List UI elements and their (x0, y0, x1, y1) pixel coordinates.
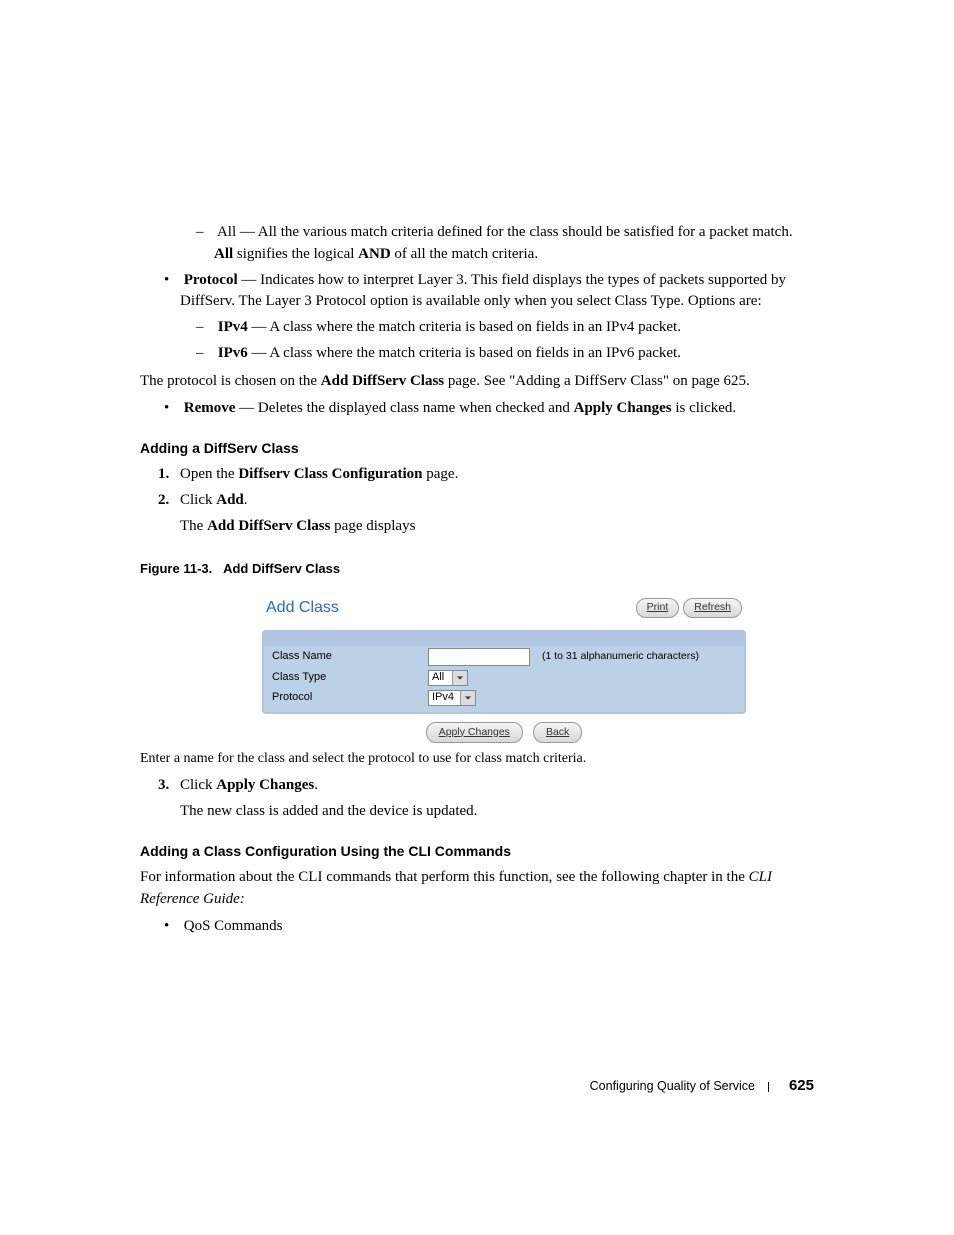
chevron-down-icon (460, 691, 475, 705)
paragraph: For information about the CLI commands t… (140, 867, 814, 911)
apply-changes-button[interactable]: Apply Changes (426, 722, 523, 743)
row-class-name: Class Name (1 to 31 alphanumeric charact… (264, 646, 744, 668)
text: IPv4 — A class where the match criteria … (218, 319, 681, 335)
heading-adding-diffserv-class: Adding a DiffServ Class (140, 438, 814, 458)
label-class-type: Class Type (272, 670, 422, 686)
list-item-remove: Remove — Deletes the displayed class nam… (140, 398, 814, 420)
list-item-ipv6: IPv6 — A class where the match criteria … (140, 343, 814, 365)
step-1: 1.Open the Diffserv Class Configuration … (140, 464, 814, 486)
step-number: 2. (158, 490, 180, 512)
heading-cli: Adding a Class Configuration Using the C… (140, 841, 814, 861)
figure-caption: Figure 11-3. Add DiffServ Class (140, 560, 814, 579)
step-number: 3. (158, 775, 180, 797)
text: All — All the various match criteria def… (214, 224, 793, 262)
step-3: 3.Click Apply Changes. (140, 775, 814, 797)
text: Remove — Deletes the displayed class nam… (184, 400, 736, 416)
chevron-down-icon (452, 671, 467, 685)
print-button[interactable]: Print (636, 598, 680, 617)
paragraph: The protocol is chosen on the Add DiffSe… (140, 371, 814, 393)
class-type-value: All (432, 670, 444, 686)
separator-icon (768, 1082, 769, 1092)
figure-header: Add Class Print Refresh (262, 590, 746, 629)
figure-add-class-ui: Add Class Print Refresh Class Name (1 to… (262, 590, 746, 742)
class-name-hint: (1 to 31 alphanumeric characters) (542, 649, 699, 664)
figure-footer-buttons: Apply Changes Back (262, 714, 746, 743)
list-item-protocol: Protocol — Indicates how to interpret La… (140, 270, 814, 314)
refresh-button[interactable]: Refresh (683, 598, 742, 617)
figure-panel: Class Name (1 to 31 alphanumeric charact… (262, 630, 746, 714)
page-number: 625 (789, 1077, 814, 1094)
text: Protocol — Indicates how to interpret La… (180, 272, 786, 310)
step-2: 2.Click Add. (140, 490, 814, 512)
label-class-name: Class Name (272, 649, 422, 665)
document-page: All — All the various match criteria def… (0, 0, 954, 1235)
row-protocol: Protocol IPv4 (264, 688, 744, 712)
back-button[interactable]: Back (533, 722, 582, 743)
row-class-type: Class Type All (264, 668, 744, 688)
protocol-value: IPv4 (432, 690, 454, 706)
list-item-qos: QoS Commands (140, 916, 814, 938)
paragraph: Enter a name for the class and select th… (140, 749, 814, 769)
protocol-select[interactable]: IPv4 (428, 690, 476, 706)
step-2-cont: The Add DiffServ Class page displays (140, 516, 814, 538)
label-protocol: Protocol (272, 690, 422, 706)
class-name-input[interactable] (428, 648, 530, 666)
text: IPv6 — A class where the match criteria … (218, 345, 681, 361)
step-3-cont: The new class is added and the device is… (140, 801, 814, 823)
class-type-select[interactable]: All (428, 670, 468, 686)
step-number: 1. (158, 464, 180, 486)
list-item-all: All — All the various match criteria def… (140, 222, 814, 266)
figure-title: Add Class (266, 596, 339, 619)
text: QoS Commands (184, 918, 283, 934)
chapter-name: Configuring Quality of Service (590, 1079, 755, 1093)
list-item-ipv4: IPv4 — A class where the match criteria … (140, 317, 814, 339)
page-footer: Configuring Quality of Service 625 (590, 1075, 814, 1097)
